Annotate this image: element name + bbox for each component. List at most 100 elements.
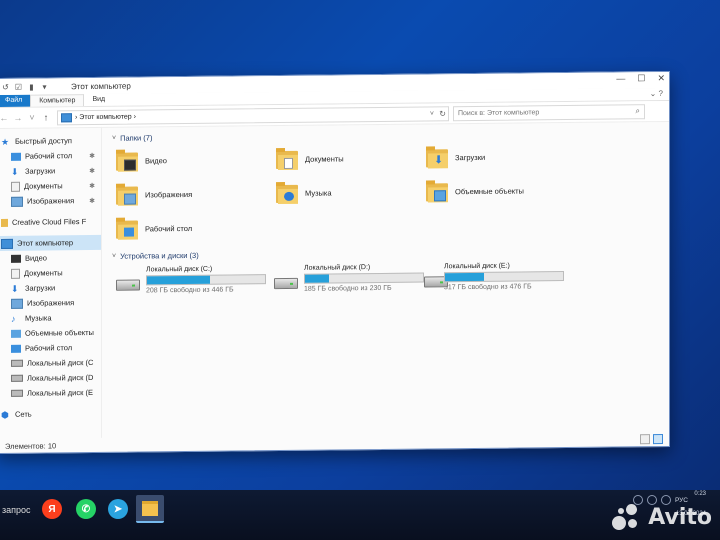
drive-icon — [11, 374, 23, 382]
nav-pc-desktop[interactable]: Рабочий стол — [0, 340, 101, 356]
yandex-browser-icon[interactable]: Я — [42, 499, 62, 519]
drive-c[interactable]: Локальный диск (C:) 208 ГБ свободно из 4… — [116, 265, 274, 303]
folder-pictures[interactable]: Изображения — [116, 179, 276, 209]
telegram-icon[interactable]: ➤ — [108, 499, 128, 519]
taskbar-search[interactable]: запрос — [0, 498, 42, 522]
star-icon: ★ — [1, 136, 10, 147]
hard-drive-icon — [274, 275, 298, 290]
desktop-folder-icon — [116, 216, 140, 240]
computer-icon — [1, 238, 13, 249]
folder-desktop[interactable]: Рабочий стол — [116, 213, 276, 243]
avito-wordmark: Avito — [648, 504, 712, 530]
window-controls: — ☐ ✕ — [616, 73, 665, 85]
pin-icon: ✱ — [89, 197, 95, 205]
picture-icon — [11, 196, 23, 207]
nav-pc-videos[interactable]: Видео — [0, 250, 101, 266]
nav-pc-3d-objects[interactable]: Объемные объекты — [0, 325, 101, 341]
tab-file[interactable]: Файл — [0, 94, 31, 107]
file-explorer-icon[interactable] — [136, 495, 164, 523]
new-folder-icon[interactable]: ▮ — [27, 82, 36, 91]
nav-pc-downloads[interactable]: ⬇ Загрузки — [0, 280, 101, 296]
close-button[interactable]: ✕ — [657, 73, 665, 84]
nav-pinned-documents[interactable]: Документы ✱ — [0, 178, 101, 194]
tab-view[interactable]: Вид — [84, 94, 113, 106]
pin-icon: ✱ — [89, 167, 95, 175]
recent-dropdown-icon[interactable]: ˅ — [25, 113, 39, 123]
cloud-folder-icon — [1, 218, 8, 227]
nav-this-pc[interactable]: Этот компьютер — [0, 234, 101, 251]
nav-creative-cloud[interactable]: Creative Cloud Files F — [0, 214, 101, 230]
nav-drive-d[interactable]: Локальный диск (D — [0, 370, 101, 386]
properties-icon[interactable]: ↺ — [1, 82, 10, 91]
nav-pinned-pictures[interactable]: Изображения ✱ — [0, 193, 101, 209]
drives-section-header[interactable]: ˅ Устройства и диски (3) — [112, 243, 669, 263]
drive-usage-bar — [304, 272, 424, 284]
network-icon: ⬢ — [1, 409, 9, 420]
clock-time: 0:23 — [694, 491, 706, 497]
downloads-folder-icon: ⬇ — [426, 145, 450, 169]
document-icon — [11, 268, 20, 279]
folder-documents[interactable]: Документы — [276, 143, 426, 173]
nav-pinned-desktop[interactable]: Рабочий стол ✱ — [0, 148, 101, 164]
whatsapp-icon[interactable]: ✆ — [76, 499, 96, 519]
folder-downloads[interactable]: ⬇ Загрузки — [426, 142, 586, 172]
drive-e[interactable]: Локальный диск (E:) 317 ГБ свободно из 4… — [424, 262, 564, 299]
address-dropdown-icon[interactable]: ˅ — [430, 110, 434, 117]
address-bar[interactable]: › Этот компьютер › ˅ ↻ — [57, 105, 449, 125]
picture-icon — [11, 298, 23, 309]
drive-d[interactable]: Локальный диск (D:) 185 ГБ свободно из 2… — [274, 264, 424, 302]
music-folder-icon — [276, 181, 300, 205]
drive-icon — [11, 359, 23, 367]
tab-computer[interactable]: Компьютер — [30, 94, 85, 107]
folder-3d-objects[interactable]: Объемные объекты — [426, 176, 586, 206]
up-arrow-icon[interactable]: ↑ — [39, 112, 53, 122]
minimize-button[interactable]: — — [616, 73, 625, 84]
drives-grid: Локальный диск (C:) 208 ГБ свободно из 4… — [116, 261, 669, 303]
nav-pinned-downloads[interactable]: ⬇ Загрузки ✱ — [0, 163, 101, 179]
computer-icon — [61, 112, 72, 122]
taskbar: запрос Я ✆ ➤ РУС 0:23 13.07.2024 Avito — [0, 490, 720, 540]
collapse-chevron-icon[interactable]: ˅ — [112, 252, 116, 259]
pin-icon: ✱ — [89, 182, 95, 190]
dropdown-icon[interactable]: ▾ — [40, 82, 49, 91]
nav-drive-c[interactable]: Локальный диск (C — [0, 355, 101, 371]
maximize-button[interactable]: ☐ — [637, 73, 645, 84]
breadcrumb[interactable]: Этот компьютер — [79, 113, 131, 121]
ribbon-expand-icon[interactable]: ⌄ ? — [644, 88, 669, 100]
nav-pc-documents[interactable]: Документы — [0, 265, 101, 281]
large-icons-view-icon[interactable] — [653, 434, 663, 445]
checkmark-icon[interactable]: ☑ — [14, 82, 23, 91]
nav-pc-music[interactable]: ♪ Музыка — [0, 310, 101, 326]
documents-folder-icon — [276, 147, 300, 171]
download-icon: ⬇ — [11, 166, 19, 177]
search-input[interactable]: Поиск в: Этот компьютер ⌕ — [453, 103, 645, 121]
hard-drive-icon — [116, 276, 140, 291]
quick-access-toolbar: ↺ ☑ ▮ ▾ — [0, 82, 49, 92]
window-title: Этот компьютер — [71, 81, 131, 91]
hard-drive-icon — [424, 273, 448, 288]
details-view-icon[interactable] — [640, 434, 650, 445]
nav-quick-access[interactable]: ★ Быстрый доступ — [0, 133, 101, 149]
drive-usage-bar — [146, 274, 266, 286]
search-placeholder: Поиск в: Этот компьютер — [458, 108, 540, 117]
nav-drive-e[interactable]: Локальный диск (E — [0, 385, 101, 401]
explorer-window: ↺ ☑ ▮ ▾ Этот компьютер — ☐ ✕ Файл Компью… — [0, 70, 670, 455]
collapse-chevron-icon[interactable]: ˅ — [112, 134, 116, 141]
navigation-pane: ★ Быстрый доступ Рабочий стол ✱ ⬇ Загруз… — [0, 126, 102, 439]
avito-watermark: Avito — [612, 504, 712, 530]
music-icon: ♪ — [11, 313, 16, 324]
forward-arrow-icon[interactable]: → — [11, 113, 25, 123]
desktop-icon — [11, 152, 21, 161]
document-icon — [11, 181, 20, 192]
3d-objects-folder-icon — [426, 179, 450, 203]
refresh-icon[interactable]: ↻ — [439, 109, 446, 118]
drive-icon — [11, 389, 23, 397]
avito-logo-icon — [612, 504, 642, 530]
search-icon[interactable]: ⌕ — [636, 106, 640, 116]
back-arrow-icon[interactable]: ← — [0, 113, 11, 123]
nav-pc-pictures[interactable]: Изображения — [0, 295, 101, 311]
pin-icon: ✱ — [89, 152, 95, 160]
nav-network[interactable]: ⬢ Сеть — [0, 406, 101, 422]
folder-music[interactable]: Музыка — [276, 177, 426, 207]
folder-videos[interactable]: Видео — [116, 145, 276, 175]
